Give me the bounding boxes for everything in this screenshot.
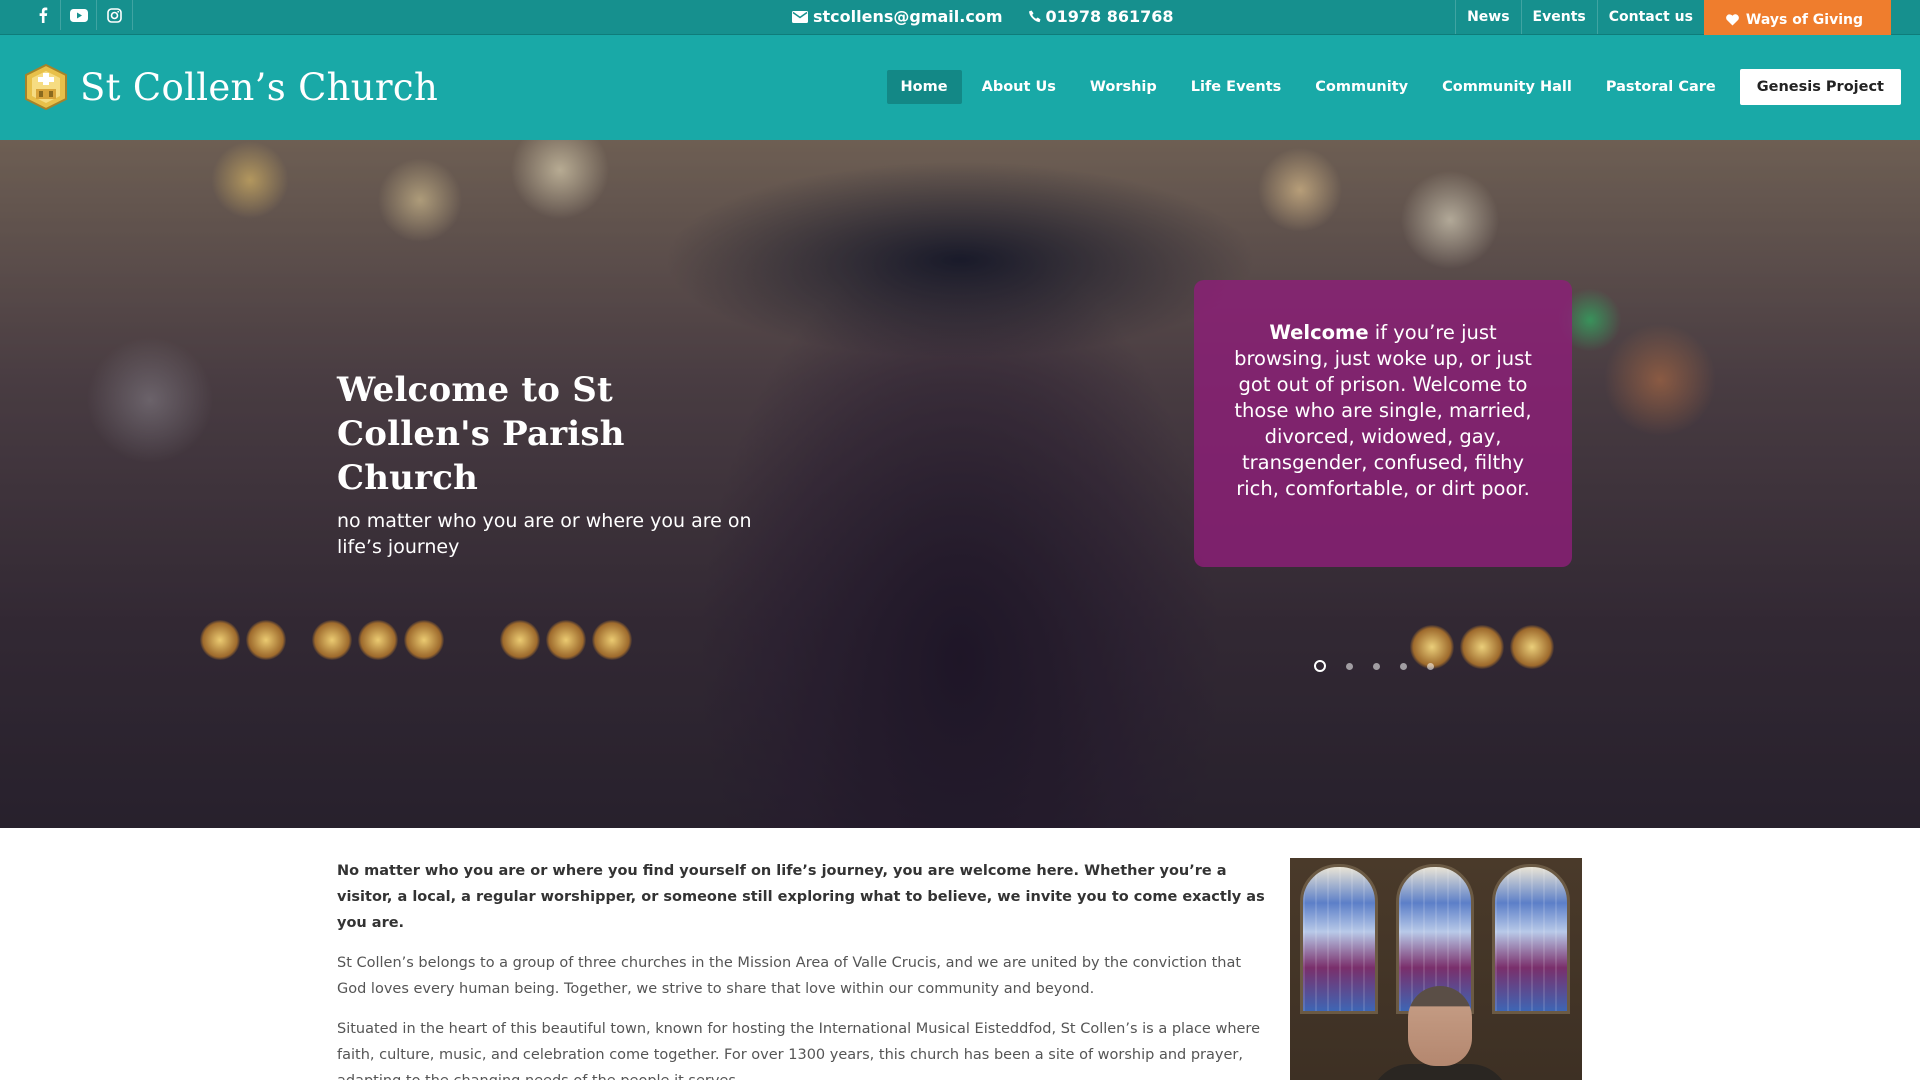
- envelope-icon: [792, 10, 808, 23]
- slider-dot-5[interactable]: [1427, 662, 1434, 670]
- slider-dot-3[interactable]: [1373, 662, 1380, 670]
- hero-subtitle: no matter who you are or where you are o…: [337, 510, 752, 558]
- slider-dot-1[interactable]: [1314, 660, 1326, 672]
- hero-background-image: [0, 140, 1920, 828]
- welcome-card-bold: Welcome: [1269, 321, 1369, 344]
- ways-of-giving-button[interactable]: Ways of Giving: [1703, 0, 1891, 40]
- facebook-link[interactable]: [25, 0, 61, 30]
- top-bar: stcollens@gmail.com 01978 861768 News Ev…: [0, 0, 1920, 40]
- vicar-portrait: [1370, 986, 1510, 1080]
- welcome-card: Welcome if you’re just browsing, just wo…: [1194, 280, 1572, 567]
- slider-pagination: [1314, 660, 1434, 672]
- top-link-contact[interactable]: Contact us: [1596, 0, 1704, 34]
- nav-item-worship[interactable]: Worship: [1076, 70, 1171, 104]
- intro-section: No matter who you are or where you find …: [337, 858, 1267, 1080]
- church-logo-icon: [25, 63, 67, 111]
- phone-icon: [1028, 10, 1040, 23]
- slider-dot-4[interactable]: [1400, 662, 1407, 670]
- nav-item-pastoral-care[interactable]: Pastoral Care: [1592, 70, 1730, 104]
- top-link-news[interactable]: News: [1455, 0, 1520, 34]
- phone-link[interactable]: 01978 861768: [1028, 7, 1174, 26]
- welcome-card-text: if you’re just browsing, just woke up, o…: [1234, 321, 1532, 500]
- email-link[interactable]: stcollens@gmail.com: [792, 7, 1003, 26]
- email-text: stcollens@gmail.com: [813, 7, 1003, 26]
- intro-paragraph-1: St Collen’s belongs to a group of three …: [337, 955, 1242, 997]
- nav-item-community-hall[interactable]: Community Hall: [1428, 70, 1586, 104]
- phone-text: 01978 861768: [1045, 7, 1174, 26]
- site-header: St Collen’s Church Home About Us Worship…: [0, 35, 1920, 140]
- hero-slider: Welcome to St Collen's Parish Church no …: [0, 140, 1920, 828]
- main-nav: Home About Us Worship Life Events Commun…: [886, 69, 1901, 105]
- instagram-link[interactable]: [97, 0, 133, 30]
- nav-item-community[interactable]: Community: [1301, 70, 1422, 104]
- nav-item-about-us[interactable]: About Us: [968, 70, 1070, 104]
- heart-icon: [1726, 14, 1739, 26]
- intro-paragraph-2: Situated in the heart of this beautiful …: [337, 1021, 1260, 1080]
- stained-glass-window-left: [1300, 864, 1378, 1014]
- genesis-project-button[interactable]: Genesis Project: [1739, 69, 1901, 105]
- hero-text: Welcome to St Collen's Parish Church no …: [337, 368, 757, 560]
- youtube-icon: [69, 8, 88, 22]
- top-link-events[interactable]: Events: [1520, 0, 1597, 34]
- slider-dot-2[interactable]: [1346, 662, 1353, 670]
- top-links: News Events Contact us Ways of Giving: [1455, 0, 1920, 40]
- contact-info: stcollens@gmail.com 01978 861768: [792, 7, 1174, 26]
- hero-bokeh-lights-left: [200, 620, 632, 660]
- stained-glass-window-right: [1492, 864, 1570, 1014]
- intro-lead: No matter who you are or where you find …: [337, 863, 1265, 931]
- nav-item-life-events[interactable]: Life Events: [1177, 70, 1295, 104]
- site-title: St Collen’s Church: [80, 65, 439, 109]
- nav-item-home[interactable]: Home: [886, 70, 962, 104]
- instagram-icon: [107, 7, 122, 23]
- site-logo[interactable]: St Collen’s Church: [22, 63, 438, 111]
- ways-of-giving-label: Ways of Giving: [1745, 12, 1863, 28]
- vicar-photo: [1290, 858, 1582, 1080]
- youtube-link[interactable]: [61, 0, 97, 30]
- facebook-icon: [39, 7, 47, 23]
- social-links: [25, 0, 133, 34]
- hero-title: Welcome to St Collen's Parish Church: [337, 370, 625, 498]
